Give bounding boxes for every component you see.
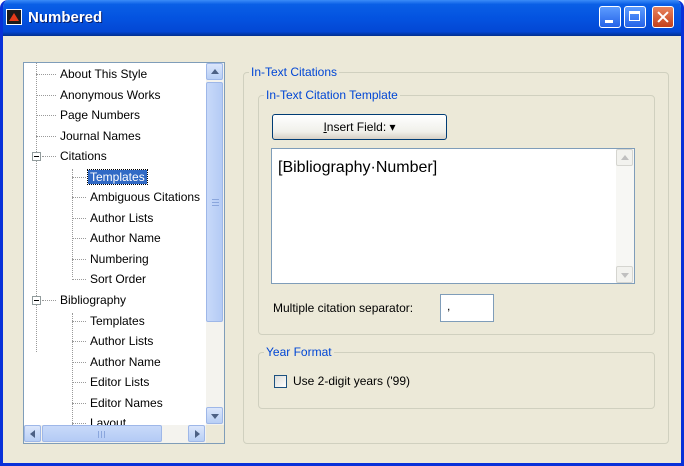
dropdown-arrow-icon: ▾ (389, 120, 396, 134)
two-digit-years-label[interactable]: Use 2-digit years ('99) (293, 374, 410, 388)
tree-item-bibliography-author-name[interactable]: Author Name (88, 353, 163, 371)
tree-connector (72, 259, 86, 260)
chevron-up-icon (211, 69, 219, 74)
tree-item-citations[interactable]: Citations (58, 147, 109, 165)
tree-connector (72, 382, 86, 383)
editor-scrollbar[interactable] (616, 149, 634, 283)
tree-connector (72, 341, 86, 342)
tree-item-numbering[interactable]: Numbering (88, 250, 151, 268)
grip-icon (212, 205, 219, 206)
scroll-down-button[interactable] (206, 407, 223, 424)
tree-item-about-this-style[interactable]: About This Style (58, 65, 149, 83)
tree-connector (72, 238, 86, 239)
collapse-bibliography-icon[interactable] (32, 296, 41, 305)
tree-connector (72, 403, 86, 404)
insert-field-button[interactable]: Insert Field: ▾ (272, 114, 447, 140)
app-icon[interactable] (6, 9, 22, 25)
tree-connector (72, 362, 86, 363)
tree-connector (36, 115, 56, 116)
tree-horizontal-scrollbar[interactable] (24, 425, 206, 443)
scroll-corner (206, 425, 224, 443)
two-digit-years-checkbox[interactable] (274, 375, 287, 388)
citation-template-editor[interactable]: [Bibliography·Number] (271, 148, 635, 284)
template-text: [Bibliography·Number] (278, 159, 438, 176)
tree-item-editor-names[interactable]: Editor Names (88, 394, 165, 412)
tree-connector (42, 300, 56, 301)
tree-connector (72, 313, 73, 425)
tree-connector (72, 169, 73, 277)
tree-item-journal-names[interactable]: Journal Names (58, 127, 143, 145)
grip-icon (98, 431, 99, 438)
tree-item-bibliography-author-lists[interactable]: Author Lists (88, 332, 155, 350)
tree-vertical-scrollbar[interactable] (206, 63, 224, 425)
window-title: Numbered (28, 9, 103, 26)
tree-connector (36, 63, 37, 352)
grip-icon (104, 431, 105, 438)
scroll-right-button[interactable] (188, 425, 205, 442)
hscroll-thumb[interactable] (42, 425, 162, 442)
close-button[interactable] (652, 6, 674, 28)
separator-input[interactable]: , (440, 294, 494, 322)
in-text-citations-legend: In-Text Citations (249, 65, 340, 79)
grip-icon (212, 199, 219, 200)
chevron-down-icon (621, 273, 629, 278)
tree-connector (72, 423, 86, 424)
tree-item-ambiguous-citations[interactable]: Ambiguous Citations (88, 188, 202, 206)
tree-item-citations-author-lists[interactable]: Author Lists (88, 209, 155, 227)
citation-template-legend: In-Text Citation Template (264, 88, 400, 102)
chevron-right-icon (195, 430, 200, 438)
maximize-button[interactable] (624, 6, 646, 28)
tree-connector (72, 218, 86, 219)
year-format-legend: Year Format (264, 345, 334, 359)
tree-item-anonymous-works[interactable]: Anonymous Works (58, 86, 162, 104)
minimize-button[interactable] (599, 6, 621, 28)
tree-connector (72, 177, 86, 178)
scroll-thumb[interactable] (206, 82, 223, 322)
tree-item-editor-lists[interactable]: Editor Lists (88, 373, 151, 391)
tree-connector (36, 74, 56, 75)
chevron-left-icon (30, 430, 35, 438)
style-tree[interactable]: About This Style Anonymous Works Page Nu… (23, 62, 225, 444)
chevron-up-icon (621, 155, 629, 160)
tree-connector (36, 95, 56, 96)
tree-connector (72, 321, 86, 322)
editor-scroll-up[interactable] (616, 149, 633, 166)
editor-scroll-down[interactable] (616, 266, 633, 283)
tree-item-sort-order[interactable]: Sort Order (88, 270, 148, 288)
tree-connector (72, 279, 86, 280)
tree-connector (42, 156, 56, 157)
tree-item-page-numbers[interactable]: Page Numbers (58, 106, 142, 124)
scroll-left-button[interactable] (24, 425, 41, 442)
tree-connector (72, 197, 86, 198)
tree-item-bibliography[interactable]: Bibliography (58, 291, 128, 309)
title-bar[interactable]: Numbered (3, 0, 681, 36)
tree-item-bibliography-templates[interactable]: Templates (88, 312, 147, 330)
chevron-down-icon (211, 414, 219, 419)
separator-label: Multiple citation separator: (273, 301, 414, 315)
grip-icon (212, 202, 219, 203)
collapse-citations-icon[interactable] (32, 152, 41, 161)
grip-icon (101, 431, 102, 438)
tree-connector (36, 136, 56, 137)
scroll-up-button[interactable] (206, 63, 223, 80)
tree-item-citations-author-name[interactable]: Author Name (88, 229, 163, 247)
style-window: Numbered About This Style Anonymous Work… (0, 0, 684, 466)
tree-item-citations-templates[interactable]: Templates (87, 168, 148, 186)
